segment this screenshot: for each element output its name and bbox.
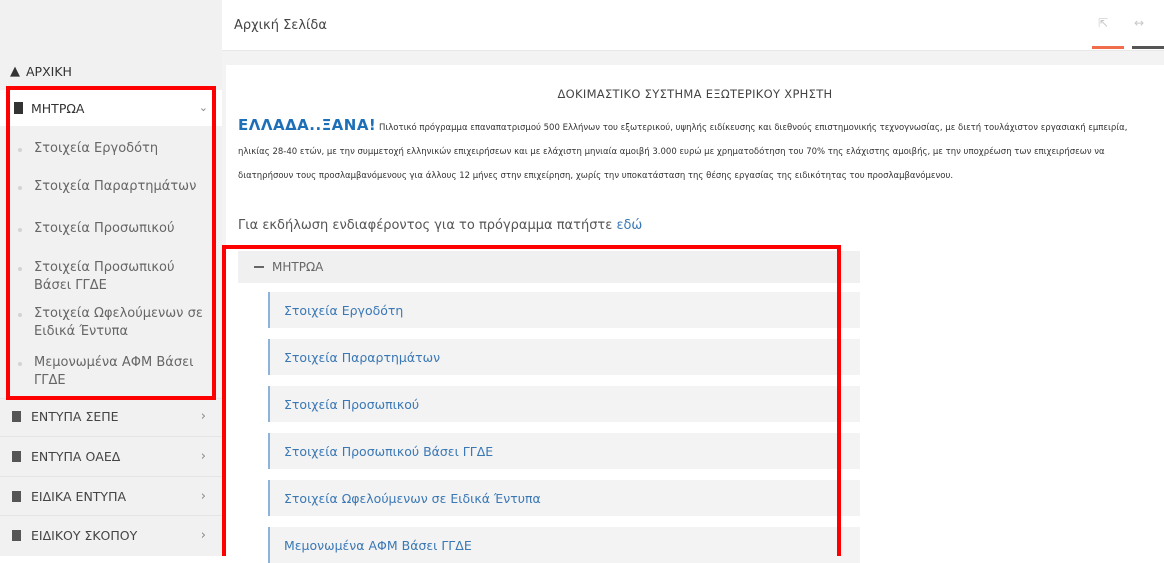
tree-item-label: Στοιχεία Προσωπικού Βάσει ΓΓΔΕ	[284, 443, 494, 459]
document-icon	[12, 410, 21, 422]
tree-header-label: ΜΗΤΡΩΑ	[272, 260, 324, 274]
chevron-down-icon: ⌄	[198, 101, 208, 114]
document-icon	[12, 490, 21, 502]
main-content: ΔΟΚΙΜΑΣΤΙΚΟ ΣΥΣΤΗΜΑ ΕΞΩΤΕΡΙΚΟΥ ΧΡΗΣΤΗ ΕΛ…	[222, 51, 1164, 563]
page-title: Αρχική Σελίδα	[234, 18, 327, 33]
document-icon	[12, 529, 21, 541]
sidebar-item-special-purpose[interactable]: ΕΙΔΙΚΟΥ ΣΚΟΠΟΥ ›	[0, 515, 222, 554]
tree-item-employer[interactable]: Στοιχεία Εργοδότη	[268, 292, 860, 328]
sidebar-subitem-employer[interactable]: Στοιχεία Εργοδότη	[0, 140, 222, 160]
sidebar-item-registries[interactable]: ΜΗΤΡΩΑ ⌄	[0, 90, 222, 126]
sidebar-item-oaed-forms[interactable]: ΕΝΤΥΠΑ ΟΑΕΔ ›	[0, 436, 222, 475]
tree-item-branches[interactable]: Στοιχεία Παραρτημάτων	[268, 339, 860, 375]
interest-line: Για εκδήλωση ενδιαφέροντος για το πρόγρα…	[238, 218, 642, 233]
tab-indicator	[1092, 46, 1124, 49]
tree-item-label: Στοιχεία Προσωπικού	[284, 396, 420, 412]
chevron-right-icon: ›	[200, 527, 206, 543]
sidebar-subitem-branches[interactable]: Στοιχεία Παραρτημάτων	[0, 178, 222, 198]
bullet-icon	[18, 313, 22, 317]
chevron-right-icon: ›	[200, 488, 206, 504]
sidebar-item-label: ΕΝΤΥΠΑ ΟΑΕΔ	[31, 448, 121, 464]
sidebar-subitem-beneficiaries[interactable]: Στοιχεία Ωφελούμενων σε Ειδικά Έντυπα	[0, 305, 222, 343]
tree-item-label: Στοιχεία Παραρτημάτων	[284, 349, 441, 365]
sidebar-item-sepe-forms[interactable]: ΕΝΤΥΠΑ ΣΕΠΕ ›	[0, 398, 222, 433]
sidebar-item-label: ΕΙΔΙΚΑ ΕΝΤΥΠΑ	[31, 488, 127, 504]
brand-title: ΕΛΛΑΔΑ..ΞΑΝΑ!	[238, 116, 377, 134]
system-title: ΔΟΚΙΜΑΣΤΙΚΟ ΣΥΣΤΗΜΑ ΕΞΩΤΕΡΙΚΟΥ ΧΡΗΣΤΗ	[557, 87, 833, 101]
minus-icon	[254, 266, 264, 268]
tree-item-staff-ggde[interactable]: Στοιχεία Προσωπικού Βάσει ΓΓΔΕ	[268, 433, 860, 469]
document-icon	[14, 102, 23, 114]
fullscreen-icon[interactable]: ⇱	[1096, 16, 1110, 30]
home-icon: ▲	[10, 63, 20, 79]
program-intro: ΕΛΛΑΔΑ..ΞΑΝΑ! Πιλοτικό πρόγραμμα επαναπα…	[238, 113, 1156, 188]
top-header: Αρχική Σελίδα ⇱ ↔	[222, 0, 1164, 51]
tab-indicator	[1132, 46, 1164, 49]
sidebar-item-label: ΑΡΧΙΚΗ	[26, 63, 72, 79]
sidebar-item-label: ΜΗΤΡΩΑ	[31, 100, 85, 116]
tree-header[interactable]: ΜΗΤΡΩΑ	[238, 251, 860, 283]
sidebar-item-home[interactable]: ▲ ΑΡΧΙΚΗ	[0, 56, 222, 86]
content-card: ΔΟΚΙΜΑΣΤΙΚΟ ΣΥΣΤΗΜΑ ΕΞΩΤΕΡΙΚΟΥ ΧΡΗΣΤΗ ΕΛ…	[226, 65, 1164, 563]
sidebar-subitem-afm[interactable]: Μεμονωμένα ΑΦΜ Βάσει ΓΓΔΕ	[0, 354, 222, 392]
chevron-right-icon: ›	[200, 448, 206, 464]
bullet-icon	[18, 267, 22, 271]
sidebar-item-special-forms[interactable]: ΕΙΔΙΚΑ ΕΝΤΥΠΑ ›	[0, 476, 222, 515]
document-icon	[12, 450, 21, 462]
bullet-icon	[18, 186, 22, 190]
sidebar-subitem-staff[interactable]: Στοιχεία Προσωπικού	[0, 220, 222, 240]
tree-item-label: Στοιχεία Εργοδότη	[284, 302, 404, 318]
bullet-icon	[18, 148, 22, 152]
chevron-right-icon: ›	[200, 408, 206, 424]
bullet-icon	[18, 228, 22, 232]
tree-item-staff[interactable]: Στοιχεία Προσωπικού	[268, 386, 860, 422]
tree-item-afm[interactable]: Μεμονωμένα ΑΦΜ Βάσει ΓΓΔΕ	[268, 527, 860, 563]
bullet-icon	[18, 362, 22, 366]
tree-item-beneficiaries[interactable]: Στοιχεία Ωφελούμενων σε Ειδικά Έντυπα	[268, 480, 860, 516]
sidebar-item-label: ΕΙΔΙΚΟΥ ΣΚΟΠΟΥ	[31, 527, 138, 543]
interest-link[interactable]: εδώ	[616, 218, 642, 233]
tree-item-label: Στοιχεία Ωφελούμενων σε Ειδικά Έντυπα	[284, 490, 541, 506]
sidebar: ▲ ΑΡΧΙΚΗ ΜΗΤΡΩΑ ⌄ Στοιχεία Εργοδότη Στοι…	[0, 0, 222, 556]
interest-text: Για εκδήλωση ενδιαφέροντος για το πρόγρα…	[238, 218, 613, 233]
collapse-sidebar-icon[interactable]: ↔	[1132, 16, 1146, 30]
sidebar-item-label: ΕΝΤΥΠΑ ΣΕΠΕ	[31, 408, 119, 424]
sidebar-subitem-staff-ggde[interactable]: Στοιχεία Προσωπικού Βάσει ΓΓΔΕ	[0, 259, 222, 297]
tree-item-label: Μεμονωμένα ΑΦΜ Βάσει ΓΓΔΕ	[284, 537, 472, 553]
